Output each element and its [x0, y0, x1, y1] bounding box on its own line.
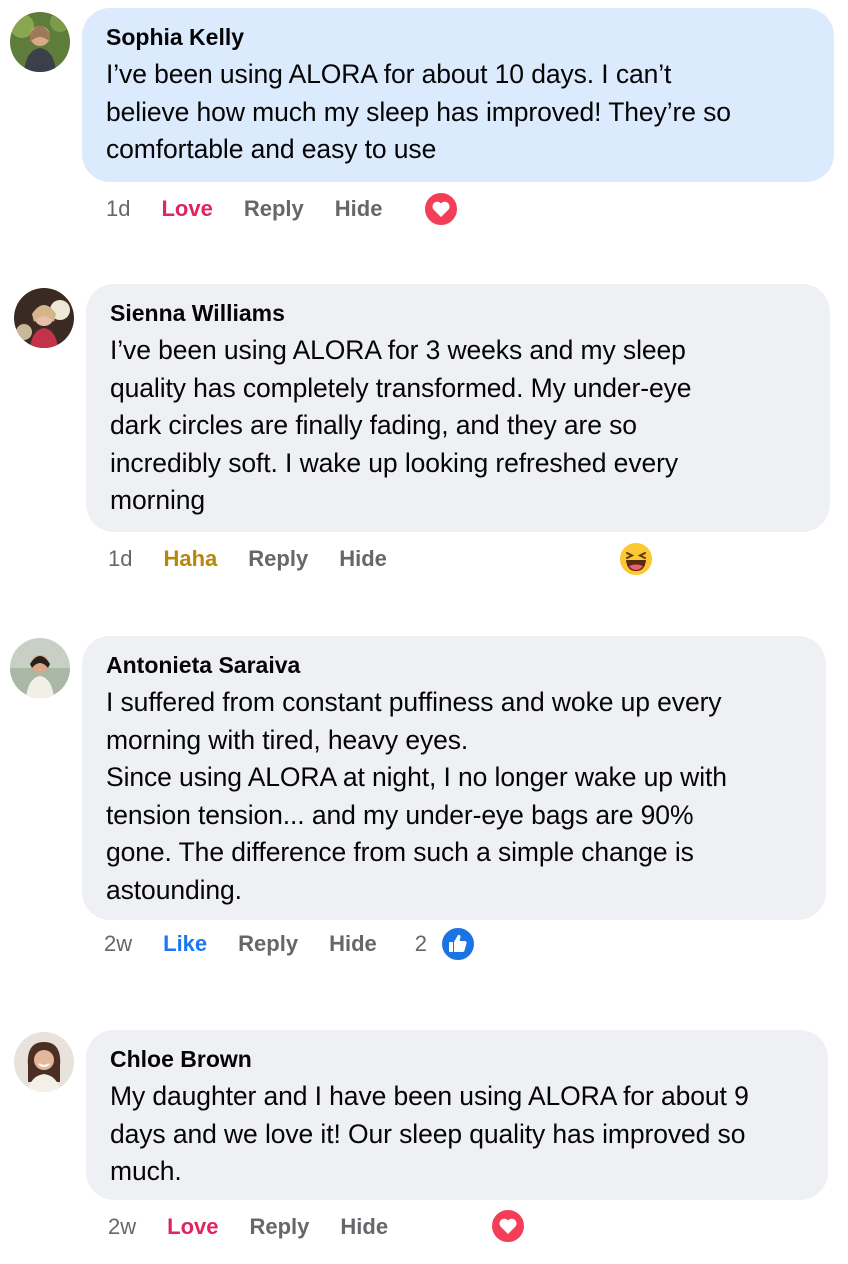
avatar-photo-icon	[10, 638, 70, 698]
hide-button[interactable]: Hide	[340, 1214, 388, 1240]
avatar[interactable]	[14, 288, 74, 348]
avatar[interactable]	[14, 1032, 74, 1092]
haha-icon[interactable]	[617, 540, 655, 583]
comment-author[interactable]: Antonieta Saraiva	[106, 650, 800, 680]
avatar-photo-icon	[14, 1032, 74, 1092]
love-reaction-button[interactable]: Love	[161, 196, 212, 222]
comment-timestamp[interactable]: 2w	[108, 1214, 136, 1240]
comment-bubble: Chloe Brown My daughter and I have been …	[86, 1030, 828, 1200]
reply-button[interactable]: Reply	[249, 1214, 309, 1240]
comment-bubble: Sienna Williams I’ve been using ALORA fo…	[86, 284, 830, 532]
comment-text: I suffered from constant puffiness and w…	[106, 687, 727, 905]
comment-timestamp[interactable]: 1d	[106, 196, 130, 222]
comment-text: My daughter and I have been using ALORA …	[110, 1081, 749, 1186]
haha-reaction-button[interactable]: Haha	[163, 546, 217, 572]
reply-button[interactable]: Reply	[248, 546, 308, 572]
comment-actions: 2w Love Reply Hide	[108, 1207, 388, 1247]
hide-button[interactable]: Hide	[339, 546, 387, 572]
avatar[interactable]	[10, 12, 70, 72]
love-icon[interactable]	[490, 1208, 526, 1249]
reaction-count[interactable]: 2	[415, 931, 427, 957]
comment-actions: 1d Love Reply Hide	[106, 189, 382, 229]
like-icon[interactable]	[440, 926, 476, 967]
hide-button[interactable]: Hide	[329, 931, 377, 957]
comment-bubble: Sophia Kelly I’ve been using ALORA for a…	[82, 8, 834, 182]
avatar-photo-icon	[14, 288, 74, 348]
comment-actions: 2w Like Reply Hide 2	[104, 924, 427, 964]
love-icon[interactable]	[423, 191, 459, 232]
comment-actions: 1d Haha Reply Hide	[108, 539, 387, 579]
reply-button[interactable]: Reply	[244, 196, 304, 222]
avatar[interactable]	[10, 638, 70, 698]
comment-bubble: Antonieta Saraiva I suffered from consta…	[82, 636, 826, 920]
comment-author[interactable]: Chloe Brown	[110, 1044, 802, 1074]
like-reaction-button[interactable]: Like	[163, 931, 207, 957]
comment-timestamp[interactable]: 1d	[108, 546, 132, 572]
comment-text: I’ve been using ALORA for 3 weeks and my…	[110, 335, 692, 515]
avatar-photo-icon	[10, 12, 70, 72]
comment-timestamp[interactable]: 2w	[104, 931, 132, 957]
comment-author[interactable]: Sophia Kelly	[106, 22, 808, 52]
hide-button[interactable]: Hide	[335, 196, 383, 222]
love-reaction-button[interactable]: Love	[167, 1214, 218, 1240]
comment-author[interactable]: Sienna Williams	[110, 298, 804, 328]
reply-button[interactable]: Reply	[238, 931, 298, 957]
comment-text: I’ve been using ALORA for about 10 days.…	[106, 59, 731, 164]
